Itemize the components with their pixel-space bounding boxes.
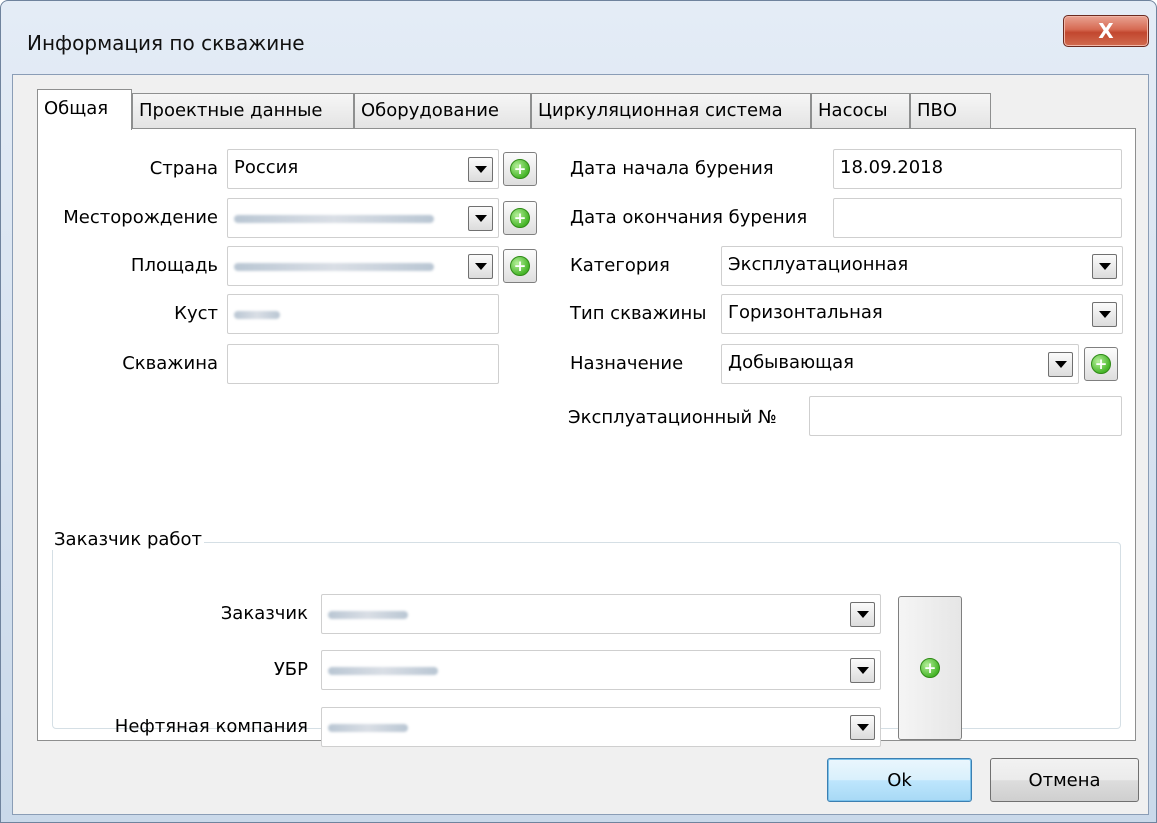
well-type-value: Горизонтальная xyxy=(728,302,883,323)
add-purpose-button[interactable]: + xyxy=(1084,347,1118,381)
pad-label: Куст xyxy=(174,303,218,324)
drilling-end-label: Дата окончания бурения xyxy=(570,207,808,228)
add-icon: + xyxy=(510,159,530,179)
add-icon: + xyxy=(510,256,530,276)
add-icon: + xyxy=(1091,354,1111,374)
oilfield-select[interactable] xyxy=(227,198,499,238)
redacted-value xyxy=(328,667,438,675)
category-label: Категория xyxy=(570,255,670,276)
add-oilfield-button[interactable]: + xyxy=(503,201,537,235)
window-title: Информация по скважине xyxy=(27,31,305,55)
field-label: Месторождение xyxy=(63,207,218,228)
purpose-label: Назначение xyxy=(570,353,684,374)
tab-equipment[interactable]: Оборудование xyxy=(354,93,531,129)
tab-general[interactable]: Общая xyxy=(37,89,132,130)
dropdown-arrow-icon[interactable] xyxy=(850,715,875,740)
ubr-label: УБР xyxy=(273,659,308,680)
redacted-value xyxy=(328,724,408,732)
redacted-value xyxy=(328,611,408,619)
tab-circulation-system[interactable]: Циркуляционная система xyxy=(531,93,811,129)
dropdown-arrow-icon[interactable] xyxy=(1092,302,1117,327)
drilling-start-label: Дата начала бурения xyxy=(570,158,774,179)
customer-label: Заказчик xyxy=(220,603,308,624)
area-label: Площадь xyxy=(130,255,218,276)
well-type-select[interactable]: Горизонтальная xyxy=(721,294,1123,334)
area-select[interactable] xyxy=(227,246,499,286)
tab-project-data[interactable]: Проектные данные xyxy=(132,93,354,129)
purpose-value: Добывающая xyxy=(728,352,854,373)
operational-number-input[interactable] xyxy=(809,396,1122,436)
customer-select[interactable] xyxy=(321,594,881,634)
redacted-value xyxy=(234,263,434,271)
cancel-button[interactable]: Отмена xyxy=(990,758,1139,802)
dropdown-arrow-icon[interactable] xyxy=(468,254,493,279)
country-select[interactable]: Россия xyxy=(227,149,499,189)
redacted-value xyxy=(234,215,434,223)
add-icon: + xyxy=(510,208,530,228)
operational-number-label: Эксплуатационный № xyxy=(568,407,777,428)
redacted-value xyxy=(234,311,280,319)
well-type-label: Тип скважины xyxy=(570,303,707,324)
ok-button[interactable]: Ok xyxy=(827,758,972,802)
close-button[interactable]: X xyxy=(1063,15,1149,47)
add-icon: + xyxy=(920,658,940,678)
dropdown-arrow-icon[interactable] xyxy=(468,206,493,231)
dialog-client-area: Общая Проектные данные Оборудование Цирк… xyxy=(12,74,1149,815)
dropdown-arrow-icon[interactable] xyxy=(1092,254,1117,279)
oil-company-label: Нефтяная компания xyxy=(114,716,308,737)
purpose-select[interactable]: Добывающая xyxy=(721,344,1079,384)
tab-pumps[interactable]: Насосы xyxy=(811,93,910,129)
add-area-button[interactable]: + xyxy=(503,249,537,283)
category-select[interactable]: Эксплуатационная xyxy=(721,246,1123,286)
tab-panel-general: Страна Россия + Месторождение + Площадь … xyxy=(37,128,1136,747)
drilling-end-input[interactable] xyxy=(833,198,1122,238)
customer-group-title: Заказчик работ xyxy=(52,529,205,550)
dropdown-arrow-icon[interactable] xyxy=(468,157,493,182)
add-country-button[interactable]: + xyxy=(503,152,537,186)
add-customer-button[interactable]: + xyxy=(898,596,962,740)
well-label: Скважина xyxy=(122,353,218,374)
ubr-select[interactable] xyxy=(321,650,881,690)
country-value: Россия xyxy=(234,157,299,178)
dropdown-arrow-icon[interactable] xyxy=(1048,352,1073,377)
dropdown-arrow-icon[interactable] xyxy=(850,602,875,627)
drilling-start-input[interactable]: 18.09.2018 xyxy=(833,149,1122,189)
oil-company-select[interactable] xyxy=(321,707,881,747)
category-value: Эксплуатационная xyxy=(728,254,909,275)
pad-input[interactable] xyxy=(227,294,499,334)
country-label: Страна xyxy=(149,158,218,179)
close-icon: X xyxy=(1098,19,1114,43)
dialog-window: Информация по скважине X Общая Проектные… xyxy=(0,0,1157,823)
tab-bop[interactable]: ПВО xyxy=(910,93,991,129)
well-input[interactable] xyxy=(227,344,499,384)
dropdown-arrow-icon[interactable] xyxy=(850,658,875,683)
